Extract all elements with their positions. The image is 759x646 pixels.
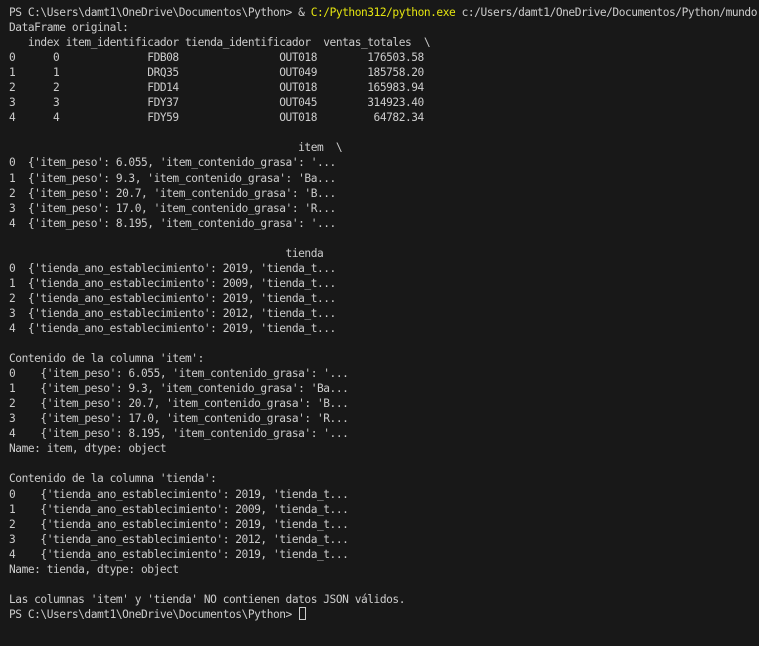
output-lines: DataFrame original: index item_identific… (9, 20, 754, 607)
output-line: Las columnas 'item' y 'tienda' NO contie… (9, 592, 405, 606)
output-line: DataFrame original: (9, 21, 129, 35)
output-line: 1 {'item_peso': 9.3, 'item_contenido_gra… (9, 171, 336, 185)
output-line: 2 {'tienda_ano_establecimiento': 2019, '… (9, 291, 336, 305)
output-line: 4 {'item_peso': 8.195, 'item_contenido_g… (9, 216, 336, 230)
output-line: tienda (9, 246, 324, 260)
output-line: 0 {'tienda_ano_establecimiento': 2019, '… (9, 487, 349, 501)
command-line: PS C:\Users\damt1\OneDrive\Documentos\Py… (9, 5, 759, 20)
command-executable: C:/Python312/python.exe (310, 6, 456, 19)
output-line: 0 {'item_peso': 6.055, 'item_contenido_g… (9, 156, 336, 170)
output-line: 1 1 DRQ35 OUT049 185758.20 (9, 66, 424, 80)
output-line: 4 {'item_peso': 8.195, 'item_contenido_g… (9, 427, 349, 441)
output-line: 3 {'item_peso': 17.0, 'item_contenido_gr… (9, 412, 349, 426)
output-line: Contenido de la columna 'tienda': (9, 472, 217, 486)
output-line: 3 {'tienda_ano_establecimiento': 2012, '… (9, 532, 349, 546)
output-line: 3 {'tienda_ano_establecimiento': 2012, '… (9, 306, 336, 320)
output-line: Contenido de la columna 'item': (9, 352, 204, 366)
output-line: 2 {'item_peso': 20.7, 'item_contenido_gr… (9, 186, 336, 200)
output-line: 0 0 FDB08 OUT018 176503.58 (9, 51, 424, 65)
command-prompt: PS C:\Users\damt1\OneDrive\Documentos\Py… (9, 6, 299, 19)
output-line: 3 3 FDY37 OUT045 314923.40 (9, 96, 424, 110)
output-line: 1 {'tienda_ano_establecimiento': 2009, '… (9, 502, 349, 516)
output-line: 4 {'tienda_ano_establecimiento': 2019, '… (9, 547, 349, 561)
output-line: 3 {'item_peso': 17.0, 'item_contenido_gr… (9, 201, 336, 215)
output-line: item \ (9, 141, 343, 155)
final-prompt-line[interactable]: PS C:\Users\damt1\OneDrive\Documentos\Py… (9, 606, 754, 622)
command-script: c:/Users/damt1/OneDrive/Documentos/Pytho… (455, 6, 759, 19)
output-line: 0 {'tienda_ano_establecimiento': 2019, '… (9, 261, 336, 275)
output-line: Name: tienda, dtype: object (9, 562, 179, 576)
command-ampersand: & (298, 6, 311, 19)
output-line: 1 {'tienda_ano_establecimiento': 2009, '… (9, 276, 336, 290)
terminal-output: PS C:\Users\damt1\OneDrive\Documentos\Py… (9, 5, 759, 622)
text-cursor (299, 606, 307, 620)
output-line: 2 {'item_peso': 20.7, 'item_contenido_gr… (9, 397, 349, 411)
output-line: 4 {'tienda_ano_establecimiento': 2019, '… (9, 321, 336, 335)
output-line: 2 2 FDD14 OUT018 165983.94 (9, 81, 424, 95)
output-line: 0 {'item_peso': 6.055, 'item_contenido_g… (9, 367, 349, 381)
output-line: Name: item, dtype: object (9, 442, 167, 456)
output-line: index item_identificador tienda_identifi… (9, 36, 431, 50)
terminal-panel[interactable]: PS C:\Users\damt1\OneDrive\Documentos\Py… (0, 0, 759, 646)
output-line: 2 {'tienda_ano_establecimiento': 2019, '… (9, 517, 349, 531)
output-line: 1 {'item_peso': 9.3, 'item_contenido_gra… (9, 382, 349, 396)
final-prompt: PS C:\Users\damt1\OneDrive\Documentos\Py… (9, 607, 299, 621)
output-line: 4 4 FDY59 OUT018 64782.34 (9, 111, 424, 125)
